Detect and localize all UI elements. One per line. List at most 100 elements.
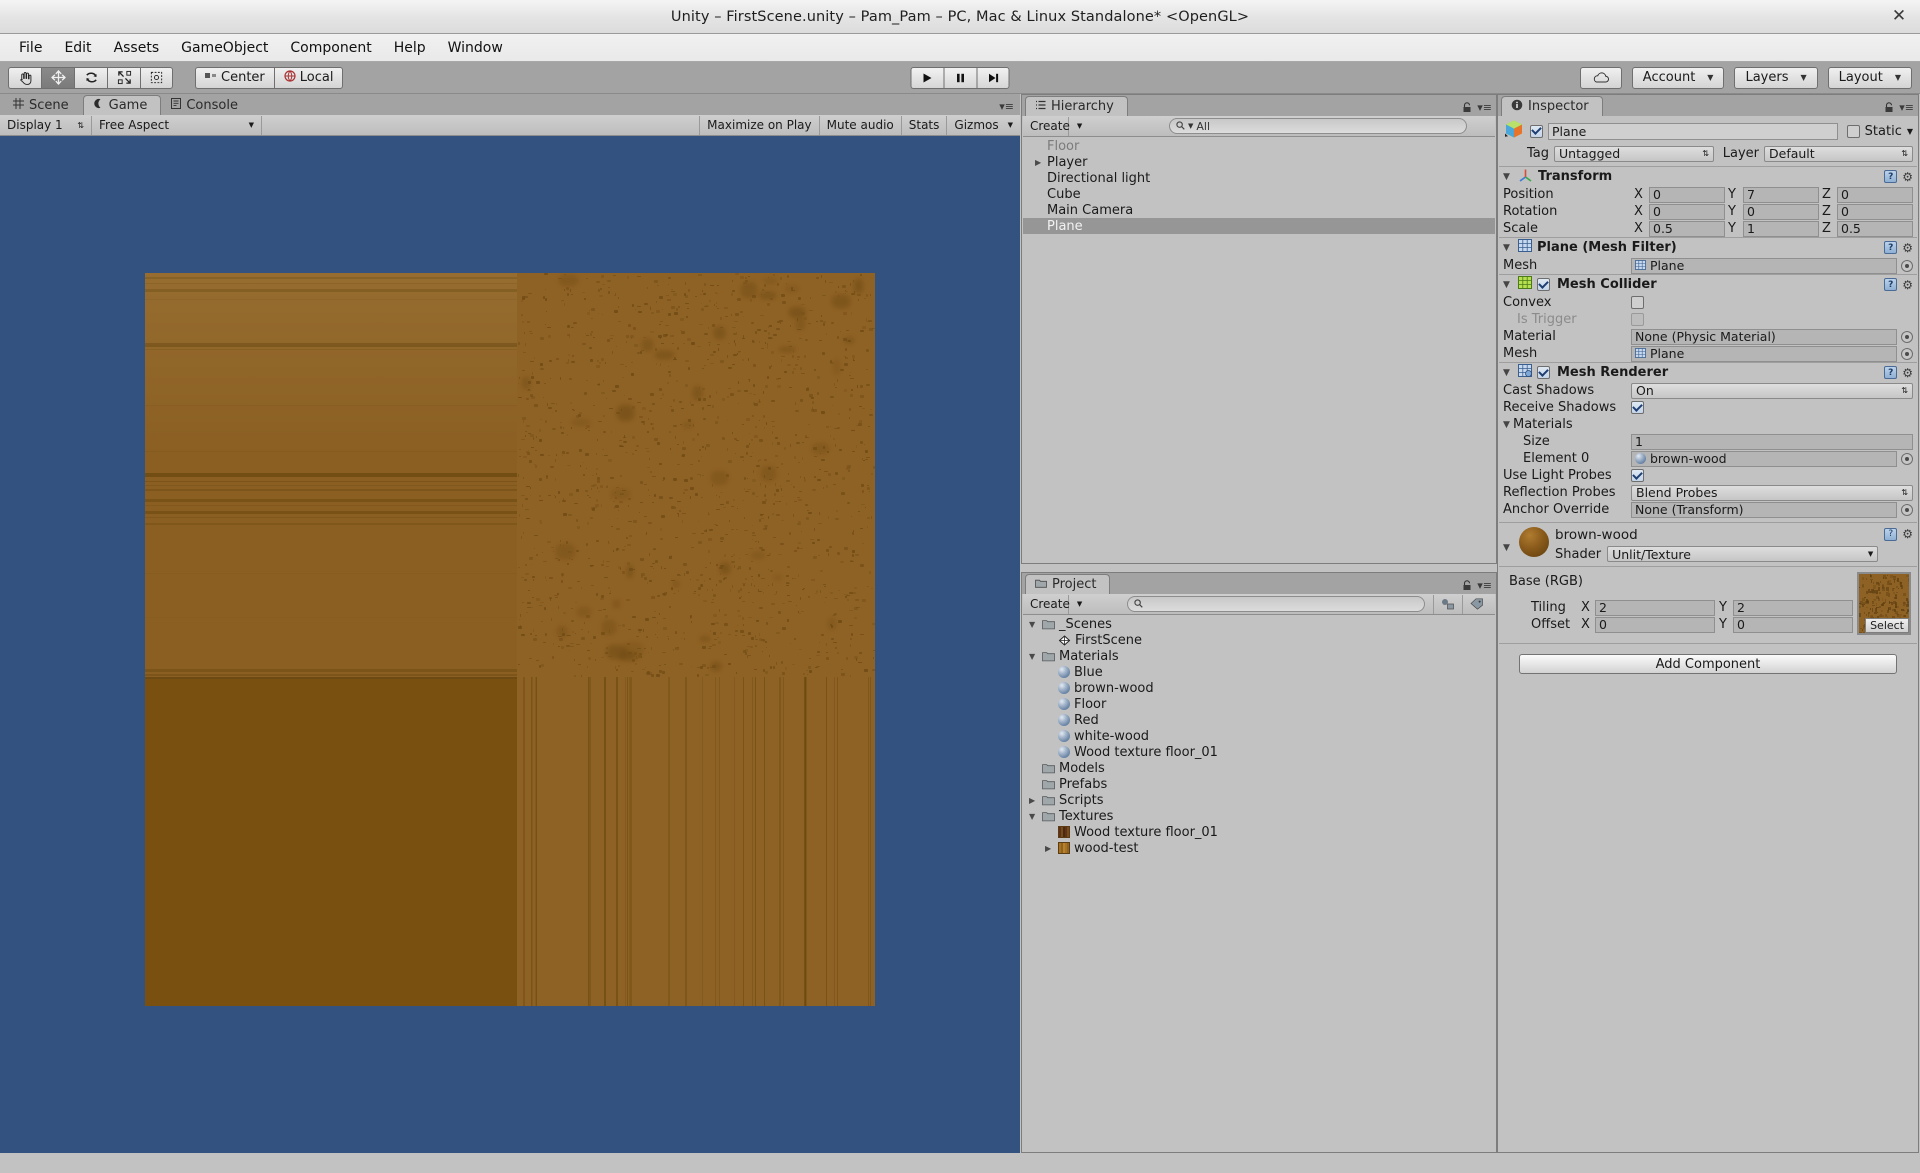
offset-y-field[interactable]: 0 (1733, 616, 1853, 633)
tab-console[interactable]: Console (162, 95, 251, 115)
chevron-right-icon[interactable]: ▶ (1045, 844, 1054, 853)
chevron-down-icon[interactable]: ▼ (1503, 420, 1513, 430)
menu-gameobject[interactable]: GameObject (170, 37, 279, 59)
game-view[interactable] (0, 136, 1020, 1153)
object-enabled-checkbox[interactable] (1530, 124, 1543, 138)
filter-by-type-icon[interactable] (1433, 594, 1463, 614)
project-item-white-wood[interactable]: white-wood (1023, 728, 1495, 744)
stats-toggle[interactable]: Stats (902, 115, 948, 135)
help-icon[interactable]: ? (1884, 241, 1898, 254)
gear-icon[interactable]: ⚙ (1902, 170, 1913, 184)
gear-icon[interactable]: ⚙ (1902, 241, 1913, 255)
hierarchy-item-player[interactable]: ▶ Player (1023, 154, 1495, 170)
step-button[interactable] (976, 66, 1010, 89)
layers-button[interactable]: Layers ▼ (1734, 66, 1818, 89)
rect-tool-button[interactable] (140, 66, 173, 89)
menu-edit[interactable]: Edit (53, 37, 102, 59)
project-item-wood-test[interactable]: ▶ wood-test (1023, 840, 1495, 856)
display-dropdown[interactable]: Display 1 ⇅ (0, 115, 92, 135)
lock-icon[interactable] (1462, 580, 1472, 591)
pause-button[interactable] (943, 66, 977, 89)
tab-scene[interactable]: Scene (4, 95, 82, 115)
hierarchy-item-main-camera[interactable]: Main Camera (1023, 202, 1495, 218)
collider-mesh-picker-icon[interactable] (1901, 347, 1913, 360)
receive-shadows-checkbox[interactable] (1631, 401, 1644, 414)
pivot-mode-button[interactable]: Center (195, 66, 274, 89)
menu-window[interactable]: Window (437, 37, 514, 59)
hierarchy-item-plane[interactable]: Plane (1023, 218, 1495, 234)
project-item-firstscene[interactable]: FirstScene (1023, 632, 1495, 648)
texture-select-button[interactable]: Select (1865, 618, 1909, 633)
add-component-button[interactable]: Add Component (1519, 654, 1897, 674)
help-icon[interactable]: ? (1884, 170, 1898, 183)
inspector-menu-icon[interactable]: ▾≡ (1899, 102, 1914, 113)
mesh-renderer-enabled-checkbox[interactable] (1537, 366, 1550, 379)
tab-game[interactable]: Game (82, 95, 162, 115)
materials-row[interactable]: ▼ Materials (1499, 416, 1917, 433)
project-item-blue[interactable]: Blue (1023, 664, 1495, 680)
chevron-down-icon[interactable]: ▼ (1503, 280, 1513, 290)
mesh-collider-enabled-checkbox[interactable] (1537, 278, 1550, 291)
menu-file[interactable]: File (8, 37, 53, 59)
close-icon[interactable]: ✕ (1888, 6, 1910, 28)
filter-by-label-icon[interactable] (1463, 595, 1491, 614)
project-item-floor[interactable]: Floor (1023, 696, 1495, 712)
menu-assets[interactable]: Assets (103, 37, 171, 59)
mesh-collider-header[interactable]: ▼ Mesh Collider ? ⚙ (1499, 274, 1917, 294)
hierarchy-list[interactable]: Floor ▶ Player Directional light Cube Main Ca… (1023, 138, 1495, 562)
transform-scale-z-field[interactable]: 0.5 (1837, 220, 1913, 237)
maximize-on-play-toggle[interactable]: Maximize on Play (699, 115, 820, 135)
mesh-filter-header[interactable]: ▼ Plane (Mesh Filter) ? ⚙ (1499, 237, 1917, 257)
space-mode-button[interactable]: Local (273, 66, 344, 89)
hierarchy-search-input[interactable]: ▼ All (1169, 118, 1467, 134)
anchor-override-picker-icon[interactable] (1901, 503, 1913, 516)
tiling-x-field[interactable]: 2 (1595, 599, 1715, 616)
help-icon[interactable]: ? (1884, 527, 1898, 541)
chevron-down-icon[interactable]: ▼ (1029, 620, 1038, 629)
project-list[interactable]: ▼ _Scenes FirstScene ▼ Materials Blue brown-wo… (1023, 616, 1495, 1151)
view-options-icon[interactable]: ▾≡ (999, 101, 1014, 112)
tag-dropdown[interactable]: Untagged ⇅ (1554, 145, 1714, 162)
chevron-down-icon[interactable]: ▼ (1503, 543, 1513, 553)
project-search-input[interactable] (1127, 596, 1425, 612)
transform-rotation-y-field[interactable]: 0 (1743, 203, 1819, 220)
gear-icon[interactable]: ⚙ (1902, 278, 1913, 292)
project-create-button[interactable]: Create ▼ (1023, 594, 1082, 614)
hierarchy-create-button[interactable]: Create ▼ (1023, 116, 1082, 136)
chevron-right-icon[interactable]: ▶ (1029, 796, 1038, 805)
project-item-wood-texture-floor-01[interactable]: Wood texture floor_01 (1023, 824, 1495, 840)
transform-position-x-field[interactable]: 0 (1649, 186, 1725, 203)
gear-icon[interactable]: ⚙ (1902, 366, 1913, 380)
project-menu-icon[interactable]: ▾≡ (1477, 580, 1492, 591)
project-item-materials[interactable]: ▼ Materials (1023, 648, 1495, 664)
layer-dropdown[interactable]: Default ⇅ (1764, 145, 1913, 162)
layout-button[interactable]: Layout ▼ (1827, 66, 1912, 89)
play-button[interactable] (910, 66, 944, 89)
mesh-filter-picker-icon[interactable] (1901, 259, 1913, 272)
mesh-renderer-header[interactable]: ▼ Mesh Renderer ? ⚙ (1499, 362, 1917, 382)
tiling-y-field[interactable]: 2 (1733, 599, 1853, 616)
menu-help[interactable]: Help (383, 37, 437, 59)
menu-component[interactable]: Component (279, 37, 382, 59)
transform-scale-y-field[interactable]: 1 (1743, 220, 1819, 237)
chevron-down-icon[interactable]: ▼ (1907, 127, 1913, 136)
gizmos-dropdown[interactable]: Gizmos ▼ (947, 116, 1020, 135)
mute-audio-toggle[interactable]: Mute audio (820, 115, 902, 135)
collider-material-field[interactable]: None (Physic Material) (1631, 328, 1897, 345)
materials-element0-field[interactable]: brown-wood (1631, 450, 1897, 467)
anchor-override-field[interactable]: None (Transform) (1631, 501, 1897, 518)
cloud-button[interactable] (1579, 66, 1622, 89)
hierarchy-item-floor[interactable]: Floor (1023, 138, 1495, 154)
mesh-filter-mesh-field[interactable]: Plane (1631, 257, 1897, 274)
lock-icon[interactable] (1884, 102, 1894, 113)
rotate-tool-button[interactable] (74, 66, 107, 89)
project-item--scenes[interactable]: ▼ _Scenes (1023, 616, 1495, 632)
account-button[interactable]: Account ▼ (1631, 66, 1725, 89)
project-item-wood-texture-floor-01[interactable]: Wood texture floor_01 (1023, 744, 1495, 760)
project-item-models[interactable]: Models (1023, 760, 1495, 776)
move-tool-button[interactable] (41, 66, 74, 89)
chevron-down-icon[interactable]: ▼ (1029, 812, 1038, 821)
cast-shadows-dropdown[interactable]: On ⇅ (1631, 382, 1913, 399)
chevron-right-icon[interactable]: ▶ (1035, 158, 1044, 167)
hand-tool-button[interactable] (8, 66, 41, 89)
